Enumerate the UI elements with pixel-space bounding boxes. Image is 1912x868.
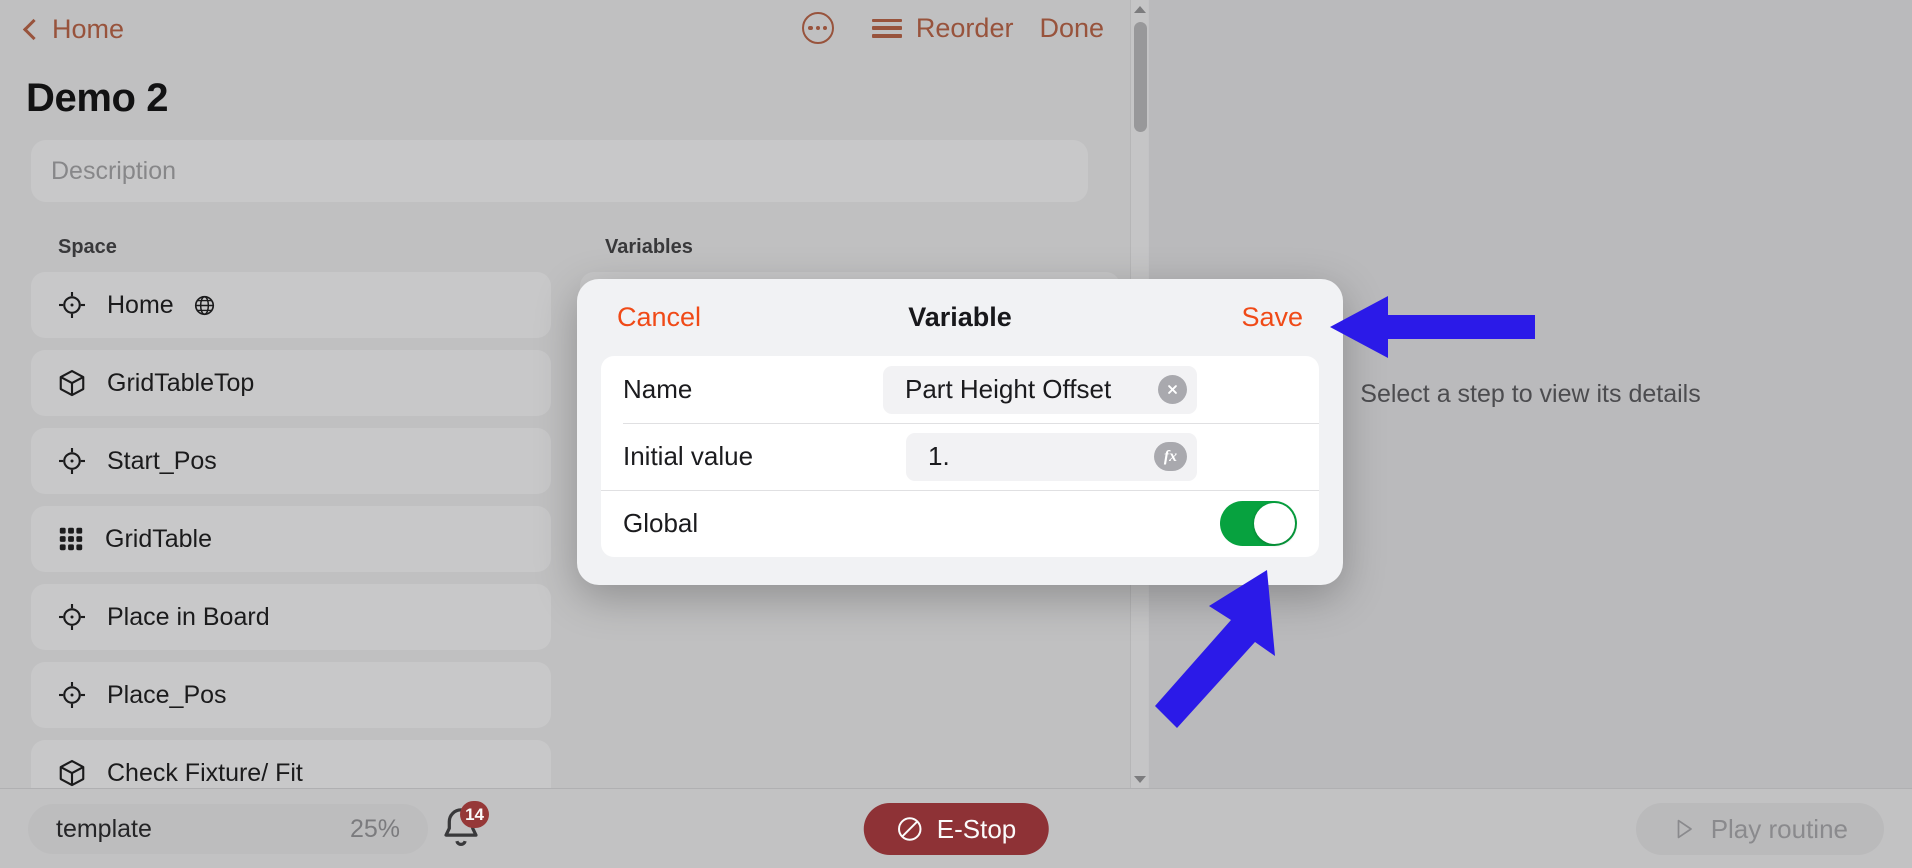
variable-global-row: Global: [601, 490, 1319, 557]
list-item-label: GridTable: [105, 524, 212, 553]
play-routine-label: Play routine: [1710, 813, 1848, 844]
dot-2: [815, 25, 820, 31]
list-item[interactable]: Start_Pos: [31, 428, 551, 494]
scrollbar-thumb[interactable]: [1134, 22, 1147, 132]
list-item-label: Home: [107, 290, 174, 319]
template-name: template: [56, 814, 152, 843]
target-icon: [59, 292, 85, 318]
more-circle-icon[interactable]: [801, 12, 834, 44]
variable-modal-header: Cancel Variable Save: [577, 279, 1343, 356]
notifications-button[interactable]: 14: [435, 801, 489, 855]
hamburger-line-3: [871, 34, 902, 38]
global-toggle[interactable]: [1220, 501, 1297, 546]
hamburger-line-2: [871, 26, 902, 30]
cube-icon: [59, 369, 85, 397]
template-speed-percent: 25%: [349, 814, 400, 843]
target-icon: [59, 682, 85, 708]
cube-icon: [59, 759, 85, 787]
list-item[interactable]: GridTable: [31, 506, 551, 572]
back-to-home-button[interactable]: Home: [22, 14, 125, 45]
variable-modal-title: Variable: [908, 302, 1012, 332]
caret-down-icon[interactable]: [1131, 771, 1148, 787]
reorder-button[interactable]: Reorder: [916, 13, 1014, 44]
list-item-label: Place_Pos: [107, 680, 227, 709]
description-placeholder: Description: [51, 156, 177, 185]
variable-name-value: Part Height Offset: [905, 374, 1112, 404]
list-item[interactable]: Place_Pos: [31, 662, 551, 728]
variable-name-label: Name: [623, 374, 693, 404]
hamburger-icon[interactable]: [871, 18, 902, 38]
space-list: Home GridTableTop Start_Pos GridTable Pl…: [0, 272, 560, 788]
back-label: Home: [52, 14, 125, 44]
top-bar-actions: Reorder Done: [801, 12, 1130, 44]
list-item[interactable]: Place in Board: [31, 584, 551, 650]
target-icon: [59, 448, 85, 474]
caret-up-icon[interactable]: [1131, 1, 1148, 17]
variables-column-header: Variables: [605, 236, 693, 258]
list-item-label: GridTableTop: [107, 368, 255, 397]
save-button[interactable]: Save: [1241, 302, 1303, 333]
toggle-knob: [1254, 503, 1295, 544]
variable-name-input[interactable]: Part Height Offset: [883, 365, 1197, 414]
target-icon: [59, 604, 85, 630]
template-selector[interactable]: template 25%: [28, 804, 428, 854]
list-item[interactable]: Home: [31, 272, 551, 338]
play-routine-button[interactable]: Play routine: [1635, 803, 1884, 855]
variable-initial-value: 1.: [928, 441, 950, 471]
list-item-label: Check Fixture/ Fit: [107, 758, 303, 787]
editor-top-bar: Home Reorder Done: [0, 0, 1130, 62]
variable-global-label: Global: [623, 508, 699, 538]
space-column-header: Space: [58, 236, 117, 258]
variable-initial-value-row: Initial value 1. fx: [601, 423, 1319, 490]
app-root: Home Reorder Done Demo 2 Description Spa…: [0, 0, 1912, 868]
hamburger-line-1: [871, 18, 902, 22]
list-item-label: Place in Board: [107, 602, 270, 631]
notification-count-badge: 14: [460, 801, 489, 828]
description-input[interactable]: Description: [31, 140, 1088, 202]
clear-circle-icon[interactable]: [1158, 375, 1187, 404]
bottom-status-bar: template 25% 14 E-Stop Play routine: [0, 788, 1912, 868]
globe-icon: [194, 295, 214, 315]
done-button[interactable]: Done: [1039, 13, 1104, 44]
list-item-label: Start_Pos: [107, 446, 217, 475]
list-item[interactable]: GridTableTop: [31, 350, 551, 416]
dot-3: [823, 25, 828, 31]
grid-icon: [59, 527, 83, 551]
e-stop-label: E-Stop: [936, 813, 1017, 844]
variable-modal: Cancel Variable Save Name Part Height Of…: [577, 279, 1343, 585]
detail-empty-message: Select a step to view its details: [1360, 379, 1701, 408]
variable-initial-value-input[interactable]: 1. fx: [906, 432, 1197, 481]
e-stop-button[interactable]: E-Stop: [863, 803, 1049, 855]
dot-1: [808, 25, 813, 31]
variable-initial-value-label: Initial value: [623, 441, 754, 471]
routine-title: Demo 2: [26, 76, 169, 120]
list-item[interactable]: Check Fixture/ Fit: [31, 740, 551, 788]
variable-form-card: Name Part Height Offset Initial value 1.…: [601, 356, 1319, 557]
no-entry-icon: [898, 817, 922, 841]
play-triangle-icon: [1677, 819, 1692, 839]
variable-name-row: Name Part Height Offset: [601, 356, 1319, 423]
fx-icon[interactable]: fx: [1154, 442, 1187, 471]
chevron-left-icon: [22, 18, 45, 40]
